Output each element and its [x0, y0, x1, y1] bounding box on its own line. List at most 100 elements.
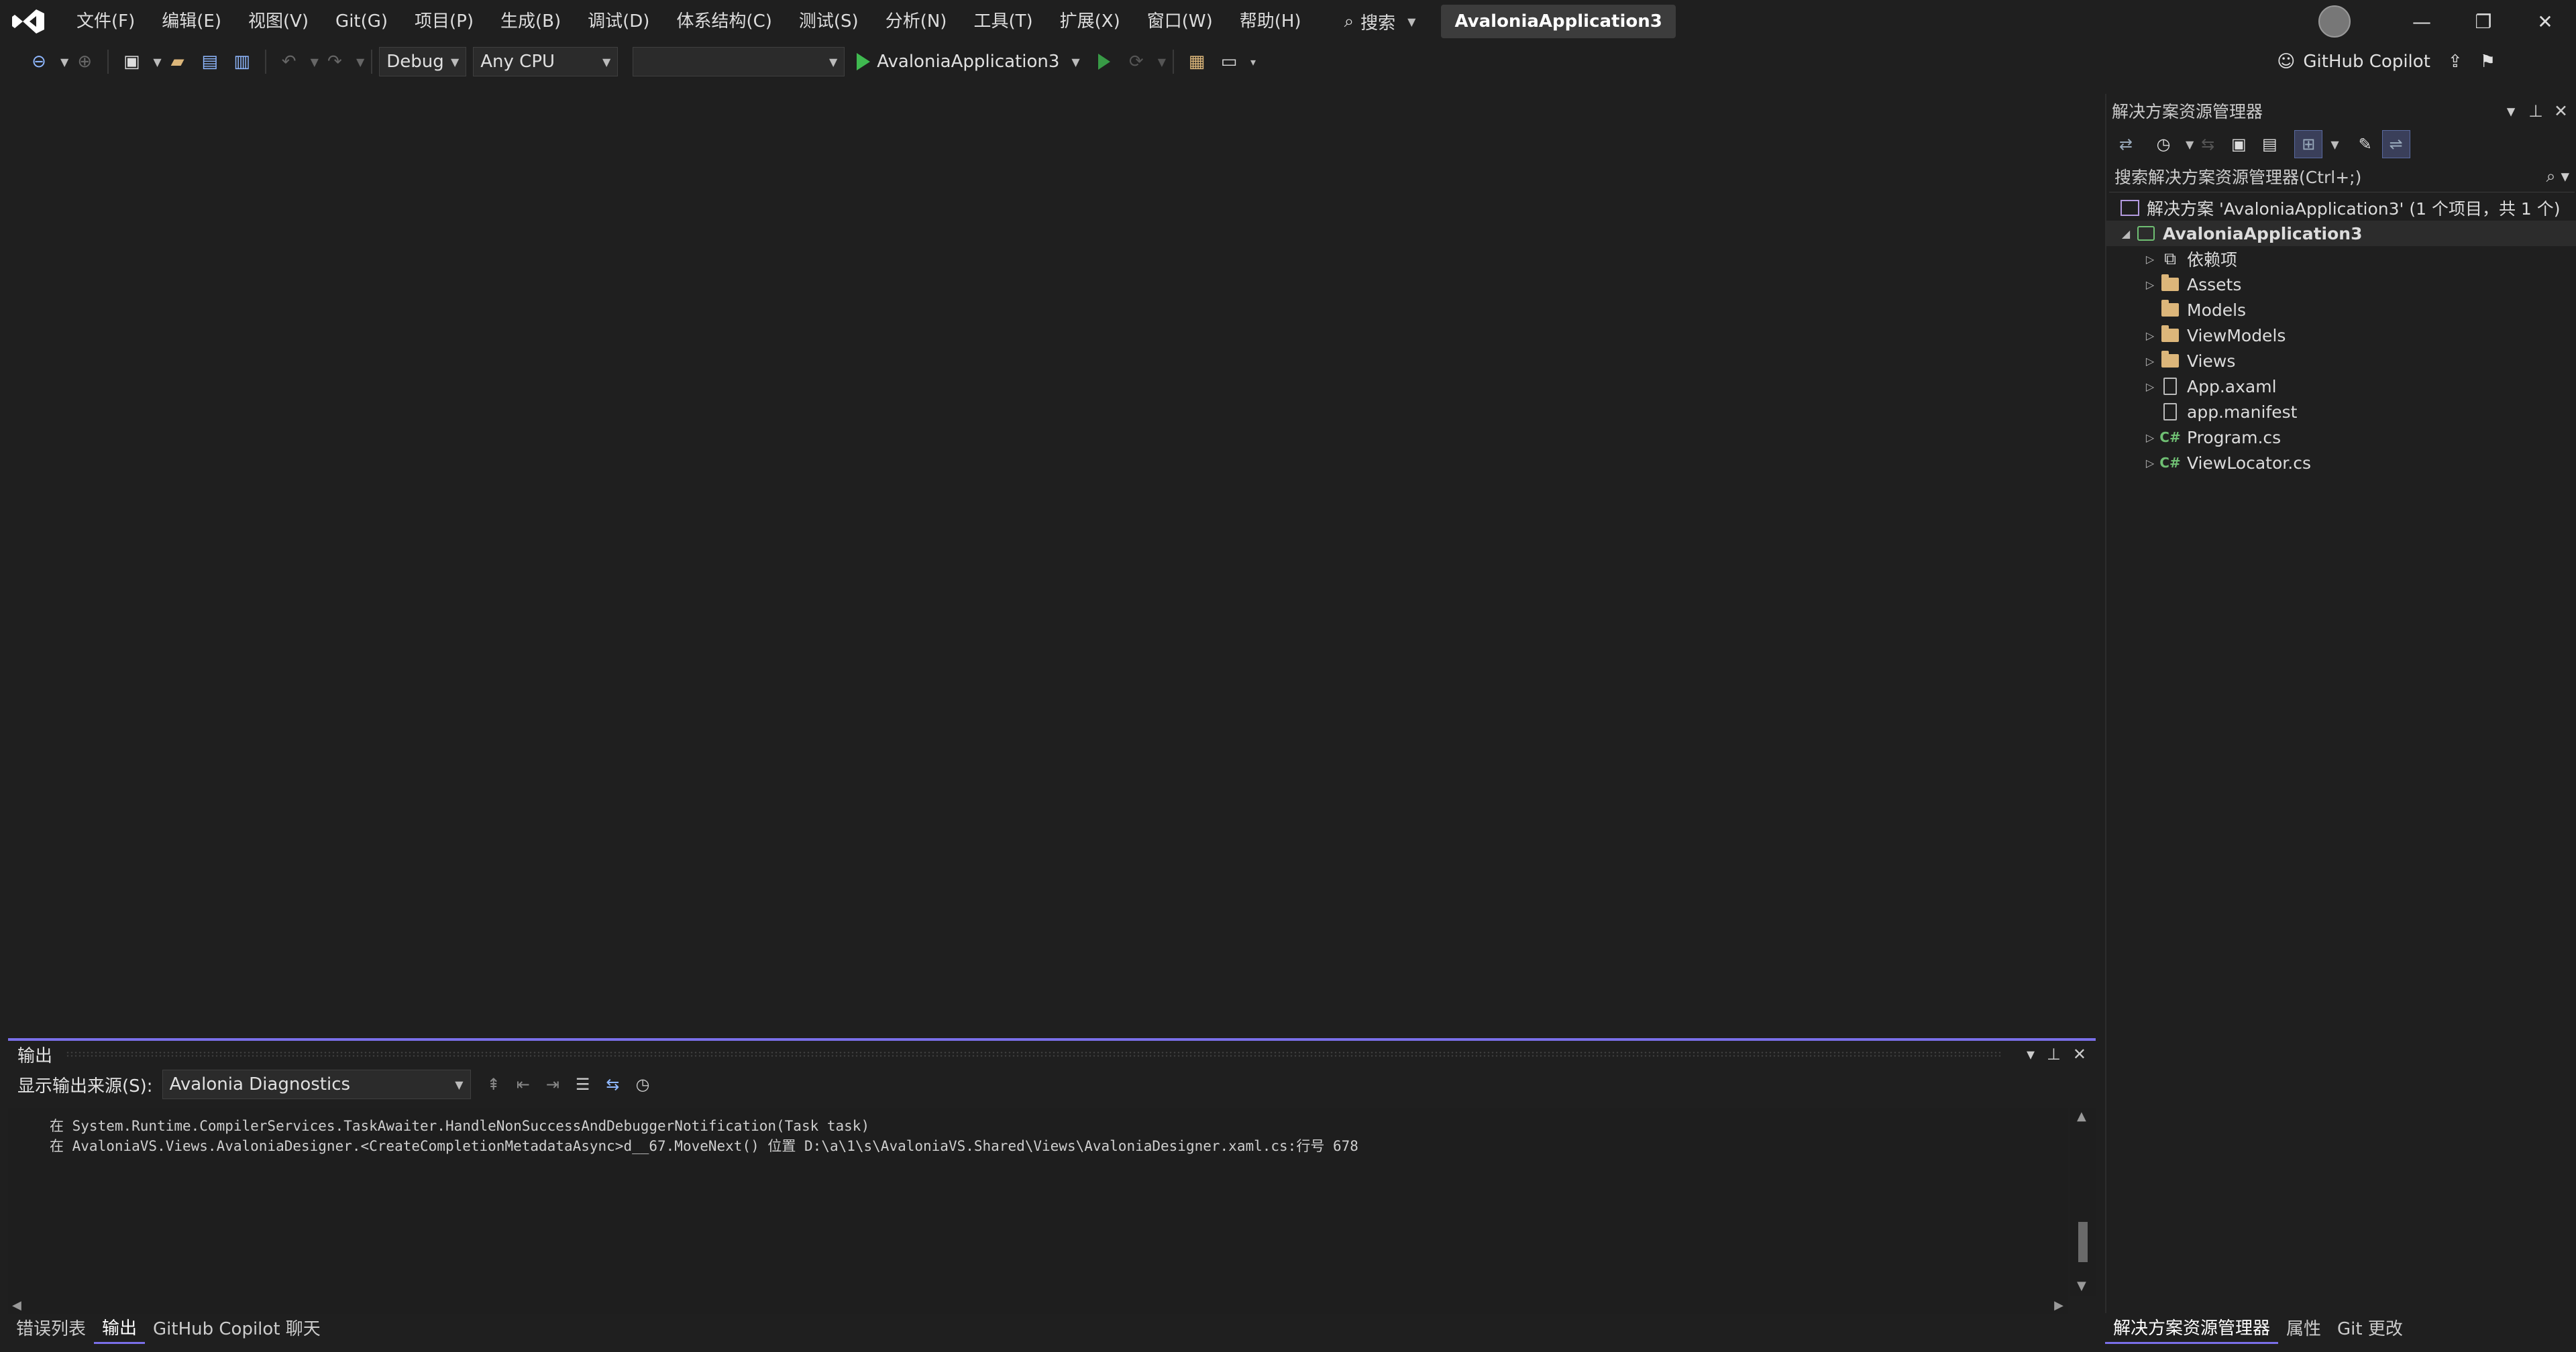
- start-without-debugging-icon[interactable]: [1091, 48, 1118, 75]
- pin-icon[interactable]: ⊥: [2528, 101, 2543, 121]
- scrollbar-thumb[interactable]: [2078, 1222, 2088, 1262]
- save-all-icon[interactable]: ▥: [229, 48, 256, 75]
- configuration-dropdown[interactable]: Debug ▼: [379, 47, 467, 76]
- tree-item[interactable]: ▷ ⧉ 依赖项: [2106, 246, 2576, 272]
- timestamp-icon[interactable]: ◷: [636, 1075, 650, 1094]
- find-message-icon[interactable]: ⇞: [487, 1075, 500, 1094]
- chevron-down-icon[interactable]: ▼: [153, 56, 161, 68]
- chevron-down-icon[interactable]: ▼: [1158, 56, 1166, 68]
- minimize-button[interactable]: —: [2391, 0, 2453, 43]
- collapse-all-icon[interactable]: ▣: [2224, 130, 2253, 158]
- new-project-icon[interactable]: ▣: [118, 48, 145, 75]
- history-icon[interactable]: ◷: [2149, 130, 2178, 158]
- open-folder-icon[interactable]: ▰: [164, 48, 191, 75]
- tab-copilot-chat[interactable]: GitHub Copilot 聊天: [145, 1316, 329, 1343]
- platform-dropdown[interactable]: Any CPU ▼: [473, 47, 619, 76]
- close-button[interactable]: ✕: [2514, 0, 2576, 43]
- close-icon[interactable]: ✕: [2073, 1045, 2086, 1064]
- clear-all-icon[interactable]: ☰: [576, 1075, 590, 1094]
- output-source-dropdown[interactable]: Avalonia Diagnostics ▼: [162, 1070, 471, 1099]
- menu-item[interactable]: 测试(S): [786, 4, 872, 39]
- scroll-left-icon[interactable]: ◀: [12, 1298, 21, 1312]
- tree-item[interactable]: ▷ ViewModels: [2106, 323, 2576, 348]
- menu-item[interactable]: 窗口(W): [1134, 4, 1226, 39]
- tree-item[interactable]: ▷ App.axaml: [2106, 374, 2576, 399]
- menu-item[interactable]: 帮助(H): [1226, 4, 1315, 39]
- back-icon[interactable]: ⊖: [25, 48, 52, 75]
- close-icon[interactable]: ✕: [2554, 101, 2568, 121]
- scroll-right-icon[interactable]: ▶: [2054, 1298, 2063, 1312]
- panel-grip[interactable]: [66, 1051, 2001, 1058]
- window-layout-icon[interactable]: ▭: [1216, 48, 1242, 75]
- restore-button[interactable]: ❐: [2453, 0, 2514, 43]
- tab-git-changes[interactable]: Git 更改: [2329, 1316, 2411, 1343]
- next-message-icon[interactable]: ⇥: [546, 1075, 559, 1094]
- chevron-down-icon[interactable]: ▼: [356, 56, 364, 68]
- save-icon[interactable]: ▤: [197, 48, 223, 75]
- tab-error-list[interactable]: 错误列表: [8, 1316, 94, 1343]
- menu-item[interactable]: 视图(V): [235, 4, 322, 39]
- chevron-down-icon[interactable]: ▼: [311, 56, 319, 68]
- forward-icon[interactable]: ⊕: [71, 48, 98, 75]
- pin-icon[interactable]: ⊥: [2047, 1045, 2061, 1064]
- browse-icon[interactable]: ▦: [1183, 48, 1210, 75]
- scroll-up-icon[interactable]: ▲: [2077, 1109, 2086, 1123]
- solution-node[interactable]: 解决方案 'AvaloniaApplication3' (1 个项目，共 1 个…: [2106, 195, 2576, 221]
- menu-item[interactable]: 编辑(E): [148, 4, 235, 39]
- sync-icon[interactable]: ⇆: [2194, 130, 2222, 158]
- search-icon[interactable]: ⌕ ▾: [2546, 166, 2570, 186]
- collapsed-triangle-icon[interactable]: ▷: [2140, 278, 2160, 291]
- preview-selected-icon[interactable]: ⇌: [2381, 130, 2410, 158]
- tree-item[interactable]: ▷ C# ViewLocator.cs: [2106, 450, 2576, 475]
- collapsed-triangle-icon[interactable]: ▷: [2140, 355, 2160, 368]
- menu-item[interactable]: 文件(F): [63, 4, 148, 39]
- share-icon[interactable]: ⇪: [2448, 52, 2463, 72]
- start-debugging-button[interactable]: AvaloniaApplication3 ▼: [857, 52, 1080, 72]
- output-vertical-scrollbar[interactable]: ▲ ▼: [2070, 1108, 2096, 1296]
- output-text-area[interactable]: 在 System.Runtime.CompilerServices.TaskAw…: [8, 1108, 2068, 1296]
- output-horizontal-scrollbar[interactable]: ◀ ▶: [8, 1296, 2068, 1314]
- chevron-down-icon[interactable]: ▾: [2507, 101, 2516, 121]
- github-copilot-button[interactable]: ☺ GitHub Copilot ⇪ ⚑: [2277, 47, 2496, 76]
- previous-message-icon[interactable]: ⇤: [517, 1075, 530, 1094]
- menu-item[interactable]: 项目(P): [401, 4, 487, 39]
- chevron-down-icon[interactable]: ▼: [60, 56, 68, 68]
- search-button[interactable]: ⌕ 搜索 ▼: [1334, 4, 1427, 39]
- collapsed-triangle-icon[interactable]: ▷: [2140, 329, 2160, 342]
- filter-icon[interactable]: ⊞: [2294, 130, 2323, 158]
- menu-item[interactable]: 分析(N): [872, 4, 961, 39]
- switch-views-icon[interactable]: ⇄: [2112, 130, 2140, 158]
- expanded-triangle-icon[interactable]: ◢: [2116, 227, 2136, 240]
- hot-reload-icon[interactable]: ⟳: [1123, 48, 1150, 75]
- collapsed-triangle-icon[interactable]: ▷: [2140, 457, 2160, 469]
- redo-icon[interactable]: ↷: [321, 48, 348, 75]
- collapsed-triangle-icon[interactable]: ▷: [2140, 380, 2160, 393]
- tab-output[interactable]: 输出: [94, 1315, 146, 1344]
- menu-item[interactable]: 调试(D): [574, 4, 663, 39]
- collapsed-triangle-icon[interactable]: ▷: [2140, 431, 2160, 444]
- chevron-down-icon[interactable]: ▼: [2186, 138, 2194, 151]
- chevron-down-icon[interactable]: ▼: [2330, 138, 2339, 151]
- show-all-files-icon[interactable]: ▤: [2255, 130, 2284, 158]
- tree-item[interactable]: ▷ C# Program.cs: [2106, 425, 2576, 450]
- word-wrap-icon[interactable]: ⇆: [606, 1075, 619, 1094]
- tab-solution-explorer[interactable]: 解决方案资源管理器: [2105, 1315, 2279, 1344]
- startup-item-dropdown[interactable]: ▼: [633, 47, 845, 76]
- tree-item[interactable]: Models: [2106, 297, 2576, 323]
- chevron-down-icon[interactable]: ▾: [2027, 1045, 2035, 1064]
- undo-icon[interactable]: ↶: [276, 48, 303, 75]
- menu-item[interactable]: 扩展(X): [1046, 4, 1134, 39]
- visual-studio-logo-icon[interactable]: [9, 3, 47, 40]
- collapsed-triangle-icon[interactable]: ▷: [2140, 253, 2160, 266]
- menu-item[interactable]: 生成(B): [487, 4, 574, 39]
- menu-item[interactable]: Git(G): [322, 4, 401, 39]
- project-node[interactable]: ◢ AvaloniaApplication3: [2106, 221, 2576, 246]
- menu-item[interactable]: 工具(T): [960, 4, 1046, 39]
- tab-properties[interactable]: 属性: [2278, 1316, 2329, 1343]
- tree-item[interactable]: app.manifest: [2106, 399, 2576, 425]
- feedback-icon[interactable]: ⚑: [2480, 52, 2496, 72]
- scroll-down-icon[interactable]: ▼: [2077, 1279, 2086, 1293]
- tree-item[interactable]: ▷ Views: [2106, 348, 2576, 374]
- toolbar-overflow-icon[interactable]: ▾: [1250, 56, 1256, 68]
- properties-wrench-icon[interactable]: ✎: [2351, 130, 2379, 158]
